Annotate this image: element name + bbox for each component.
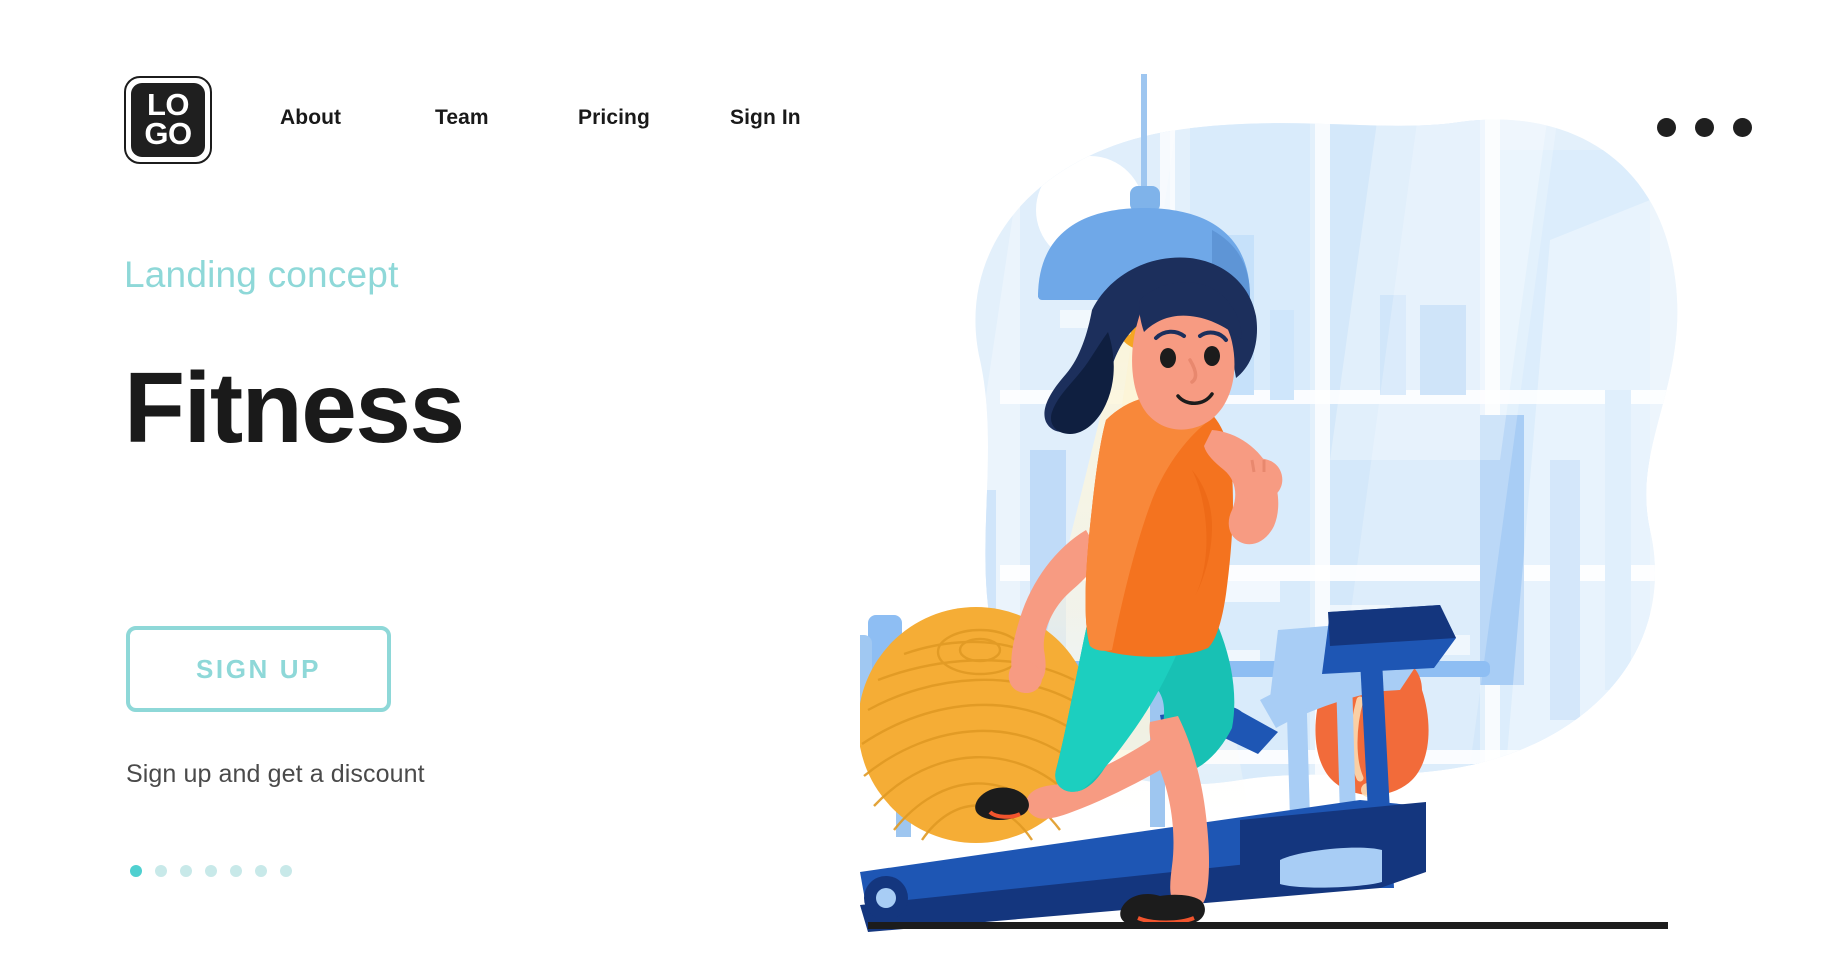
nav-item-pricing[interactable]: Pricing xyxy=(578,106,730,130)
pagination-dot-5[interactable] xyxy=(230,865,242,877)
pagination-dot-2[interactable] xyxy=(155,865,167,877)
cta-subtext: Sign up and get a discount xyxy=(126,760,425,788)
nav-item-sign-in[interactable]: Sign In xyxy=(730,106,801,130)
page-title: Fitness xyxy=(124,351,465,464)
logo-mark[interactable]: LO GO xyxy=(124,76,212,164)
menu-dot xyxy=(1733,118,1752,137)
sign-up-button[interactable]: SIGN UP xyxy=(126,626,391,712)
pagination-dot-7[interactable] xyxy=(280,865,292,877)
landing-page: LO GO About Team Pricing Sign In Landing… xyxy=(0,0,1837,980)
logo-inner: LO GO xyxy=(131,83,205,157)
hero-text-block: Landing concept Fitness xyxy=(124,254,744,464)
main-navigation: About Team Pricing Sign In xyxy=(280,106,801,130)
nav-item-team[interactable]: Team xyxy=(435,106,578,130)
floor-line xyxy=(868,922,1668,929)
pagination-dot-6[interactable] xyxy=(255,865,267,877)
pagination-dot-4[interactable] xyxy=(205,865,217,877)
hero-illustration xyxy=(860,60,1700,950)
logo-text-line-2: GO xyxy=(144,116,192,151)
hero-eyebrow: Landing concept xyxy=(124,254,399,295)
pagination-dot-3[interactable] xyxy=(180,865,192,877)
pagination-dot-1[interactable] xyxy=(130,865,142,877)
carousel-pagination[interactable] xyxy=(130,865,292,877)
nav-item-about[interactable]: About xyxy=(280,106,435,130)
